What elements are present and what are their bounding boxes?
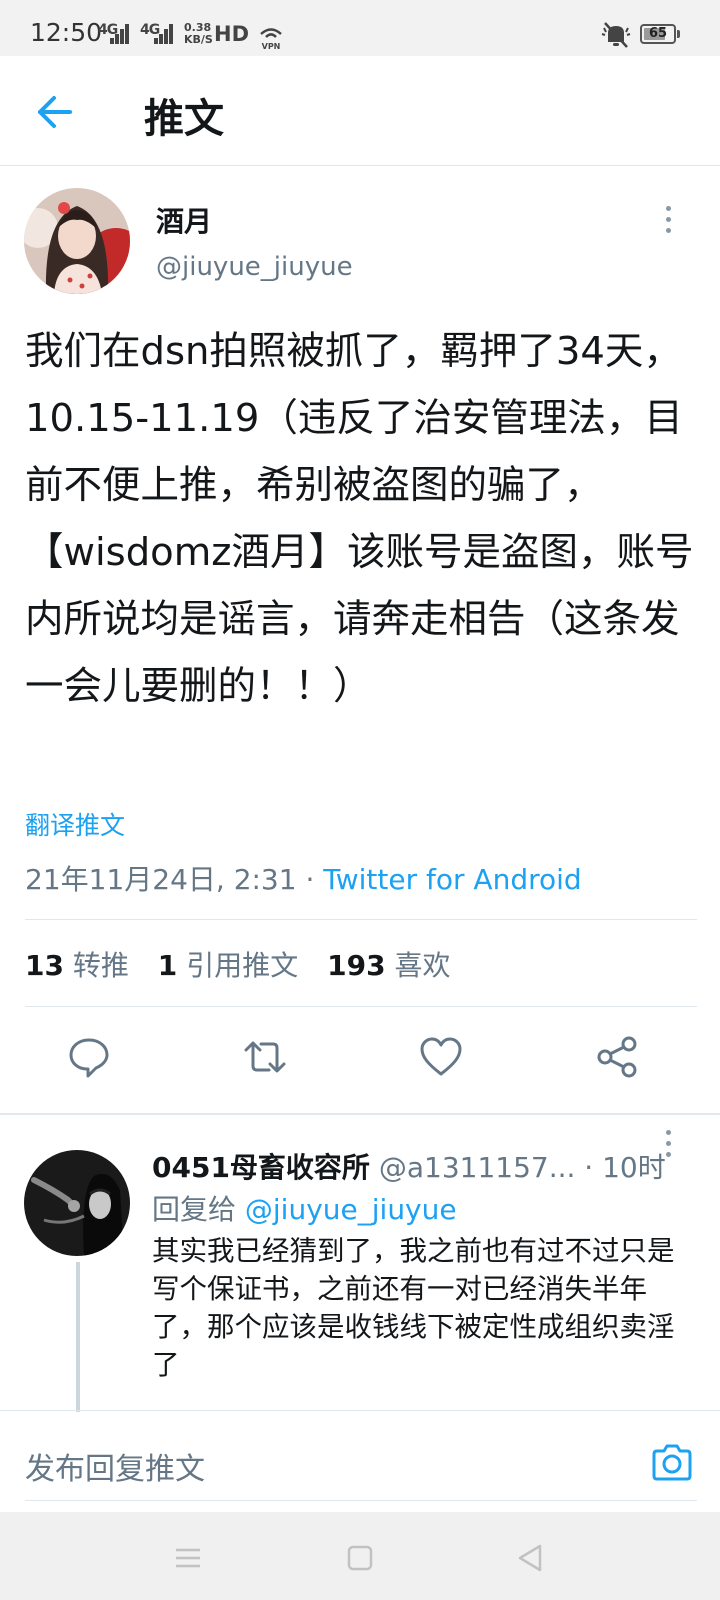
divider	[25, 919, 697, 920]
battery-icon: 65	[640, 24, 676, 44]
divider	[0, 1113, 720, 1115]
reply-author-name[interactable]: 0451母畜收容所	[152, 1151, 370, 1184]
meta-separator: ·	[296, 863, 324, 896]
likes-stat[interactable]: 193 喜欢	[327, 949, 450, 982]
battery-level: 65	[648, 26, 668, 41]
retweets-stat[interactable]: 13 转推	[25, 949, 129, 982]
camera-icon[interactable]	[650, 1442, 694, 1482]
quotes-stat[interactable]: 1 引用推文	[158, 949, 298, 982]
tweet-actions	[0, 1030, 720, 1106]
reply-time: · 10时	[575, 1151, 666, 1184]
translate-tweet-link[interactable]: 翻译推文	[25, 806, 125, 842]
back-nav-icon[interactable]	[514, 1542, 546, 1574]
tweet-source-link[interactable]: Twitter for Android	[323, 863, 581, 896]
battery-cap	[677, 30, 680, 38]
system-nav-bar	[0, 1512, 720, 1600]
reply-avatar-image	[24, 1150, 130, 1256]
arrow-left-icon[interactable]	[32, 90, 76, 134]
avatar-image	[24, 188, 130, 294]
divider	[0, 1410, 720, 1411]
page-title: 推文	[144, 96, 224, 142]
divider	[25, 1006, 697, 1007]
retweet-icon[interactable]	[242, 1034, 288, 1080]
author-handle[interactable]: @jiuyue_jiuyue	[156, 252, 353, 282]
reply-header: 0451母畜收容所 @a1311157... · 10时	[152, 1146, 666, 1186]
signal-bars-2-icon	[154, 24, 174, 44]
top-bar: 推文	[0, 56, 720, 166]
status-time: 12:50	[30, 18, 103, 47]
tweet-datetime: 21年11月24日, 2:31	[25, 863, 297, 896]
more-options-icon[interactable]	[656, 200, 680, 240]
menu-icon[interactable]	[172, 1542, 204, 1574]
tweet-meta: 21年11月24日, 2:31 · Twitter for Android	[25, 858, 582, 898]
like-icon[interactable]	[418, 1034, 464, 1080]
divider	[25, 1500, 697, 1501]
reply-avatar[interactable]	[24, 1150, 130, 1256]
share-icon[interactable]	[594, 1034, 640, 1080]
status-bar: 12:50 4G 4G 0.38 KB/S HD VPN 65	[0, 0, 720, 56]
replying-to: 回复给 @jiuyue_jiuyue	[152, 1193, 457, 1226]
reply-compose-input[interactable]: 发布回复推文	[25, 1444, 205, 1488]
network-speed: 0.38 KB/S	[184, 21, 213, 46]
mute-icon	[601, 22, 631, 48]
reply-text: 其实我已经猜到了，我之前也有过不过只是写个保证书，之前还有一对已经消失半年了，那…	[152, 1235, 675, 1381]
home-icon[interactable]	[344, 1542, 376, 1574]
reply-more-options-icon[interactable]	[656, 1124, 680, 1164]
author-name[interactable]: 酒月	[156, 200, 212, 240]
tweet-stats: 13 转推 1 引用推文 193 喜欢	[25, 944, 470, 984]
vpn-icon: VPN	[260, 28, 282, 50]
author-avatar[interactable]	[24, 188, 130, 294]
svg-text:VPN: VPN	[262, 42, 281, 50]
thread-connector	[76, 1262, 80, 1412]
hd-indicator: HD	[214, 22, 250, 46]
reply-mention-link[interactable]: @jiuyue_jiuyue	[245, 1193, 457, 1226]
reply-author-handle[interactable]: @a1311157...	[379, 1151, 576, 1184]
signal-bars-1-icon	[110, 24, 130, 44]
reply-icon[interactable]	[66, 1034, 112, 1080]
tweet-text: 我们在dsn拍照被抓了，羁押了34天，10.15-11.19（违反了治安管理法，…	[25, 329, 694, 709]
